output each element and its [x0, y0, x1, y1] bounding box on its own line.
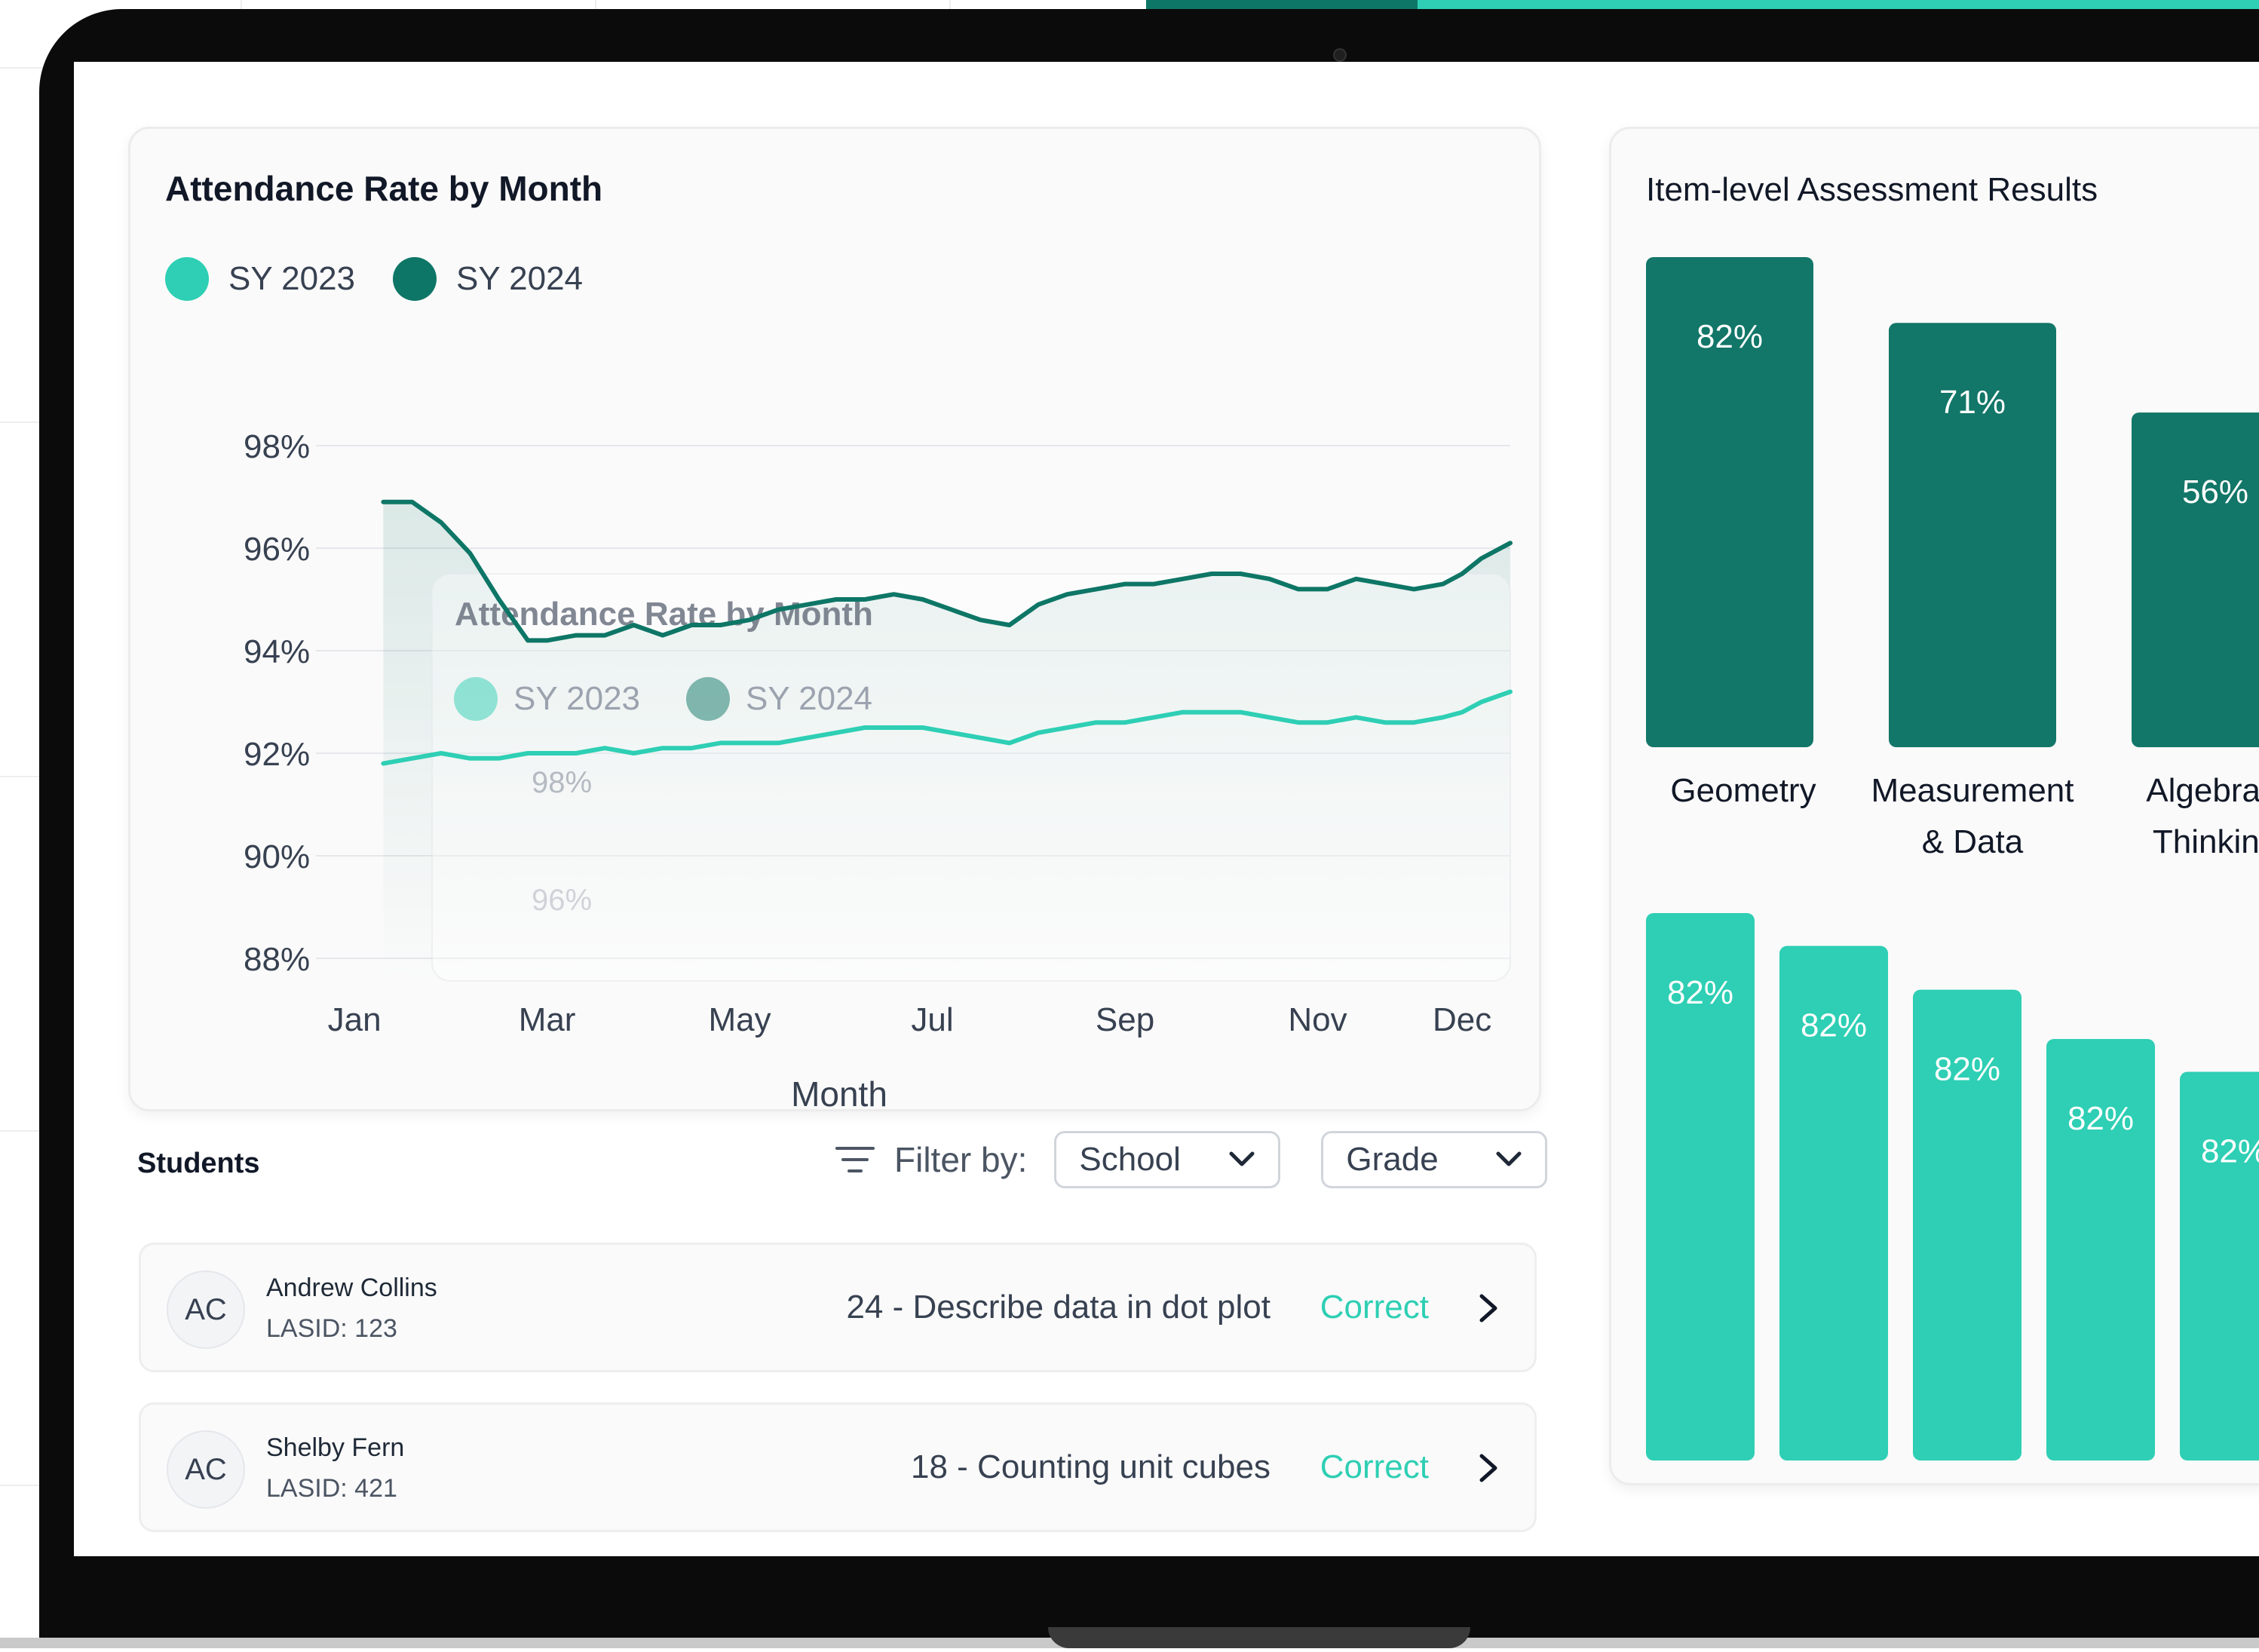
bar-data-label: 56%	[2182, 474, 2248, 510]
laptop-lid-accent-light	[1418, 0, 2259, 9]
y-tick-label: 98%	[244, 428, 310, 465]
y-tick-label: 94%	[244, 633, 310, 670]
x-tick-label: Nov	[1288, 1001, 1347, 1038]
chevron-right-icon[interactable]	[1477, 1451, 1500, 1485]
attendance-line-chart: 98%96%94%92%90%88%Attendance Rate by Mon…	[244, 428, 1513, 1109]
attendance-chart-card: Attendance Rate by Month SY 2023 SY 2024…	[128, 127, 1541, 1111]
ghost-tick-label: 98%	[532, 766, 592, 799]
bar-category-label: Algebraic	[2146, 772, 2259, 809]
ghost-tick-label: 96%	[532, 884, 592, 917]
student-name: Shelby Fern	[266, 1433, 405, 1462]
assessment-results-card: Item-level Assessment Results 82% Geometr…	[1609, 127, 2259, 1485]
ghost-legend-dot-sy2024	[686, 677, 730, 721]
bar-data-label: 82%	[2201, 1133, 2259, 1170]
x-axis-label: Month	[791, 1074, 887, 1109]
x-tick-label: Mar	[519, 1001, 576, 1038]
filter-bar: Filter by: School Grade	[835, 1131, 1548, 1188]
student-row[interactable]: AC Andrew Collins LASID: 123 24 - Descri…	[139, 1243, 1537, 1372]
x-tick-label: Jan	[328, 1001, 382, 1038]
y-tick-label: 96%	[244, 531, 310, 568]
filter-label: Filter by:	[894, 1140, 1028, 1179]
grade-select-value: Grade	[1346, 1141, 1439, 1178]
assessment-item: 24 - Describe data in dot plot	[846, 1289, 1270, 1326]
status-correct: Correct	[1320, 1289, 1429, 1326]
x-tick-label: Sep	[1096, 1001, 1154, 1038]
screen: Attendance Rate by Month SY 2023 SY 2024…	[74, 62, 2259, 1556]
assessment-item: 18 - Counting unit cubes	[911, 1448, 1270, 1485]
student-lasid: LASID: 421	[266, 1474, 397, 1503]
bar-data-label: 82%	[1697, 318, 1763, 355]
ghost-legend-label-sy2023: SY 2023	[513, 680, 640, 717]
student-lasid: LASID: 123	[266, 1314, 397, 1343]
school-select-value: School	[1079, 1141, 1181, 1178]
y-tick-label: 92%	[244, 736, 310, 773]
bar-data-label: 82%	[1801, 1007, 1867, 1044]
x-tick-label: Dec	[1433, 1001, 1491, 1038]
filter-lines-icon	[835, 1147, 875, 1172]
avatar: AC	[167, 1430, 245, 1509]
bar-algebraic-thinking[interactable]	[2132, 412, 2259, 747]
camera-dot	[1333, 48, 1347, 62]
chevron-down-icon	[1496, 1151, 1522, 1166]
x-tick-label: Jul	[911, 1001, 953, 1038]
bar-data-label: 82%	[2067, 1100, 2134, 1137]
bar-data-label: 82%	[1667, 974, 1733, 1011]
student-name: Andrew Collins	[266, 1273, 437, 1302]
bar-category-label: Geometry	[1670, 772, 1816, 809]
bar-category-label: Thinking	[2153, 823, 2259, 860]
ghost-legend-dot-sy2023	[454, 677, 498, 721]
laptop-hinge	[1048, 1627, 1470, 1648]
chevron-right-icon[interactable]	[1477, 1292, 1500, 1325]
bar-category-label: & Data	[1922, 823, 2024, 860]
school-select[interactable]: School	[1054, 1131, 1281, 1188]
bar-category-label: Measurement	[1871, 772, 2074, 809]
grade-select[interactable]: Grade	[1321, 1131, 1548, 1188]
y-tick-label: 90%	[244, 838, 310, 875]
bar-data-label: 82%	[1934, 1051, 2000, 1088]
ghost-legend-label-sy2024: SY 2024	[746, 680, 872, 717]
y-tick-label: 88%	[244, 941, 310, 978]
student-row[interactable]: AC Shelby Fern LASID: 421 18 - Counting …	[139, 1402, 1537, 1532]
students-heading: Students	[137, 1148, 260, 1179]
bar-data-label: 71%	[1939, 384, 2006, 421]
assessment-bar-chart: 82% Geometry 71% Measurement & Data 56% Algebr…	[1646, 257, 2259, 1460]
avatar: AC	[167, 1270, 245, 1349]
chevron-down-icon	[1229, 1151, 1255, 1166]
bar-item-13[interactable]	[2180, 1071, 2259, 1460]
x-tick-label: May	[709, 1001, 771, 1038]
status-correct: Correct	[1320, 1448, 1429, 1485]
